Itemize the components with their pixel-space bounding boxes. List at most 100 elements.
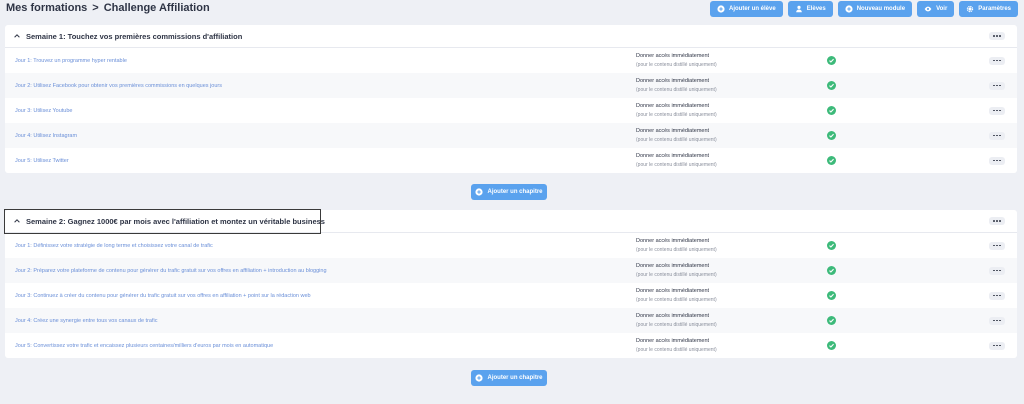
access-label: Donner accès immédiatement [636, 53, 710, 59]
add-chapter-button[interactable]: Ajouter un chapitre [471, 184, 547, 200]
settings-label: Paramètres [978, 6, 1011, 12]
access-info: Donner accès immédiatement (pour le conte… [636, 337, 717, 355]
chapter-title[interactable]: Jour 5: Convertissez votre trafic et enc… [15, 343, 273, 349]
module-section: Semaine 1: Touchez vos premières commiss… [5, 25, 1017, 173]
chapter-title[interactable]: Jour 3: Utilisez Youtube [15, 108, 72, 114]
access-label: Donner accès immédiatement [636, 103, 710, 109]
chapter-row[interactable]: Jour 2: Utilisez Facebook pour obtenir v… [5, 73, 1017, 98]
breadcrumb-current: Challenge Affiliation [103, 2, 210, 14]
chapter-title[interactable]: Jour 4: Utilisez Instagram [15, 133, 77, 139]
access-note: (pour le contenu distillé uniquement) [636, 272, 717, 278]
add-student-label: Ajouter un élève [729, 6, 776, 12]
more-options-icon[interactable] [989, 241, 1005, 250]
check-circle-icon [827, 81, 836, 90]
access-label: Donner accès immédiatement [636, 313, 710, 319]
access-info: Donner accès immédiatement (pour le conte… [636, 152, 717, 170]
chapter-row[interactable]: Jour 1: Trouvez un programme hyper renta… [5, 48, 1017, 73]
more-options-icon[interactable] [989, 266, 1005, 275]
more-options-icon[interactable] [989, 341, 1005, 350]
chapter-row[interactable]: Jour 3: Utilisez Youtube Donner accès imm… [5, 98, 1017, 123]
plus-circle-icon [475, 188, 484, 196]
students-label: Elèves [806, 6, 826, 12]
eye-icon [924, 5, 932, 13]
view-label: Voir [936, 6, 948, 12]
chapter-row[interactable]: Jour 3: Continuez à créer du contenu pou… [5, 283, 1017, 308]
breadcrumb-parent[interactable]: Mes formations [6, 2, 87, 14]
more-options-icon[interactable] [989, 32, 1005, 40]
check-circle-icon [827, 56, 836, 65]
students-button[interactable]: Elèves [787, 1, 833, 17]
access-note: (pour le contenu distillé uniquement) [636, 87, 717, 93]
chapter-title[interactable]: Jour 1: Définissez votre stratégie de lo… [15, 243, 213, 249]
breadcrumb: Mes formations > Challenge Affiliation [6, 2, 210, 14]
more-options-icon[interactable] [989, 291, 1005, 300]
more-options-icon[interactable] [989, 316, 1005, 325]
chapter-title[interactable]: Jour 3: Continuez à créer du contenu pou… [15, 293, 311, 299]
access-info: Donner accès immédiatement (pour le conte… [636, 262, 717, 280]
chapter-title[interactable]: Jour 5: Utilisez Twitter [15, 158, 69, 164]
more-options-icon[interactable] [989, 156, 1005, 165]
new-module-button[interactable]: Nouveau module [837, 1, 913, 17]
check-circle-icon [827, 316, 836, 325]
access-info: Donner accès immédiatement (pour le conte… [636, 287, 717, 305]
access-note: (pour le contenu distillé uniquement) [636, 297, 717, 303]
chapter-title[interactable]: Jour 4: Créez une synergie entre tous vo… [15, 318, 157, 324]
add-chapter-label: Ajouter un chapitre [487, 189, 543, 195]
access-note: (pour le contenu distillé uniquement) [636, 247, 717, 253]
more-options-icon[interactable] [989, 81, 1005, 90]
chapter-row[interactable]: Jour 4: Utilisez Instagram Donner accès i… [5, 123, 1017, 148]
chapter-row[interactable]: Jour 5: Utilisez Twitter Donner accès imm… [5, 148, 1017, 173]
access-info: Donner accès immédiatement (pour le conte… [636, 52, 717, 70]
access-note: (pour le contenu distillé uniquement) [636, 62, 717, 68]
access-label: Donner accès immédiatement [636, 78, 710, 84]
access-info: Donner accès immédiatement (pour le conte… [636, 102, 717, 120]
gear-icon [966, 5, 974, 13]
chapter-title[interactable]: Jour 2: Préparez votre plateforme de con… [15, 268, 327, 274]
plus-circle-icon [475, 374, 484, 382]
check-circle-icon [827, 131, 836, 140]
toolbar-actions: Ajouter un élève Elèves Nouveau module V… [710, 1, 1018, 17]
chapter-title[interactable]: Jour 1: Trouvez un programme hyper renta… [15, 58, 127, 64]
settings-button[interactable]: Paramètres [959, 1, 1018, 17]
users-icon [795, 5, 803, 13]
access-note: (pour le contenu distillé uniquement) [636, 322, 717, 328]
chapter-list: Jour 1: Trouvez un programme hyper renta… [5, 48, 1017, 173]
access-label: Donner accès immédiatement [636, 338, 710, 344]
chevron-up-icon[interactable] [13, 32, 21, 40]
access-note: (pour le contenu distillé uniquement) [636, 162, 717, 168]
check-circle-icon [827, 291, 836, 300]
more-options-icon[interactable] [989, 56, 1005, 65]
add-chapter-label: Ajouter un chapitre [487, 375, 543, 381]
access-info: Donner accès immédiatement (pour le conte… [636, 77, 717, 95]
check-circle-icon [827, 241, 836, 250]
view-button[interactable]: Voir [917, 1, 955, 17]
access-label: Donner accès immédiatement [636, 128, 710, 134]
more-options-icon[interactable] [989, 217, 1005, 225]
check-circle-icon [827, 341, 836, 350]
module-title: Semaine 1: Touchez vos premières commiss… [26, 31, 243, 41]
new-module-label: Nouveau module [856, 6, 906, 12]
chapter-row[interactable]: Jour 5: Convertissez votre trafic et enc… [5, 333, 1017, 358]
chapter-row[interactable]: Jour 1: Définissez votre stratégie de lo… [5, 233, 1017, 258]
module-header[interactable]: Semaine 1: Touchez vos premières commiss… [5, 25, 1017, 48]
more-options-icon[interactable] [989, 106, 1005, 115]
check-circle-icon [827, 266, 836, 275]
access-label: Donner accès immédiatement [636, 263, 710, 269]
access-info: Donner accès immédiatement (pour le conte… [636, 237, 717, 255]
check-circle-icon [827, 106, 836, 115]
top-bar: Mes formations > Challenge Affiliation A… [0, 0, 1024, 20]
add-student-button[interactable]: Ajouter un élève [710, 1, 783, 17]
add-chapter-button[interactable]: Ajouter un chapitre [471, 370, 547, 386]
access-label: Donner accès immédiatement [636, 153, 710, 159]
access-note: (pour le contenu distillé uniquement) [636, 347, 717, 353]
check-circle-icon [827, 156, 836, 165]
chapter-row[interactable]: Jour 4: Créez une synergie entre tous vo… [5, 308, 1017, 333]
more-options-icon[interactable] [989, 131, 1005, 140]
plus-circle-icon [717, 5, 725, 13]
chapter-row[interactable]: Jour 2: Préparez votre plateforme de con… [5, 258, 1017, 283]
access-info: Donner accès immédiatement (pour le conte… [636, 127, 717, 145]
chapter-list: Jour 1: Définissez votre stratégie de lo… [5, 233, 1017, 358]
access-info: Donner accès immédiatement (pour le conte… [636, 312, 717, 330]
access-note: (pour le contenu distillé uniquement) [636, 137, 717, 143]
chapter-title[interactable]: Jour 2: Utilisez Facebook pour obtenir v… [15, 83, 222, 89]
